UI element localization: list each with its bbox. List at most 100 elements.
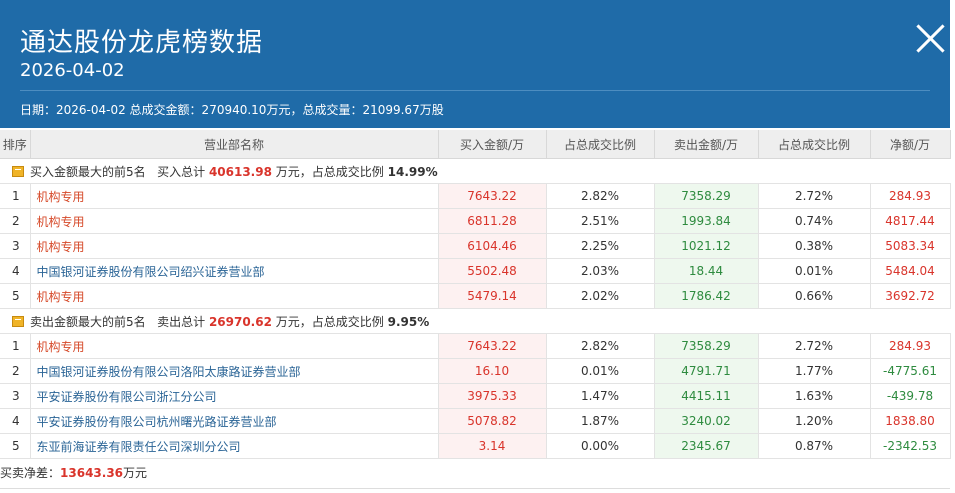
table-row: 1 机构专用 7643.22 2.82% 7358.29 2.72% 284.93 [0, 183, 951, 209]
section-label: 卖出金额最大的前5名 [30, 314, 146, 329]
buy-amount: 3.14 [438, 433, 547, 459]
sell-ratio: 0.01% [758, 258, 871, 284]
col-header-sell-ratio: 占总成交比例 [758, 130, 871, 159]
dialog-header: 通达股份龙虎榜数据 2026-04-02 日期：2026-04-02 总成交金额… [0, 0, 950, 128]
lhb-table: 排序 营业部名称 买入金额/万 占总成交比例 卖出金额/万 占总成交比例 净额/… [0, 130, 951, 459]
sell-amount: 1993.84 [654, 208, 759, 234]
row-rank: 1 [0, 183, 31, 209]
section-unit-text: 万元，占总成交比例 [275, 164, 384, 179]
buy-ratio: 2.02% [546, 283, 655, 309]
section-total: 40613.98 [208, 164, 272, 179]
net-amount: 284.93 [870, 333, 951, 359]
note-icon [12, 315, 24, 327]
buy-ratio: 1.87% [546, 408, 655, 434]
table-row: 2 机构专用 6811.28 2.51% 1993.84 0.74% 4817.44 [0, 208, 951, 234]
net-amount: 284.93 [870, 183, 951, 209]
col-header-rank: 排序 [0, 130, 31, 159]
bottom-divider [0, 488, 950, 489]
net-amount: -439.78 [870, 383, 951, 409]
sell-amount: 4791.71 [654, 358, 759, 384]
table-row: 4 平安证券股份有限公司杭州曙光路证券营业部 5078.82 1.87% 3240.02… [0, 408, 951, 434]
branch-name-link[interactable]: 东亚前海证券有限责任公司深圳分公司 [30, 433, 439, 459]
sell-amount: 7358.29 [654, 183, 759, 209]
page-title: 通达股份龙虎榜数据 [20, 28, 264, 58]
branch-name-link[interactable]: 机构专用 [30, 233, 439, 259]
sell-amount: 1021.12 [654, 233, 759, 259]
branch-name-link[interactable]: 平安证券股份有限公司杭州曙光路证券营业部 [30, 408, 439, 434]
branch-name-link[interactable]: 平安证券股份有限公司浙江分公司 [30, 383, 439, 409]
section-total-prefix: 卖出总计 [157, 314, 206, 329]
row-rank: 2 [0, 358, 31, 384]
net-amount: 1838.80 [870, 408, 951, 434]
table-header-row: 排序 营业部名称 买入金额/万 占总成交比例 卖出金额/万 占总成交比例 净额/… [0, 130, 951, 159]
row-rank: 5 [0, 433, 31, 459]
buy-amount: 5502.48 [438, 258, 547, 284]
table-row: 3 平安证券股份有限公司浙江分公司 3975.33 1.47% 4415.11 1.63%… [0, 383, 951, 409]
buy-ratio: 2.51% [546, 208, 655, 234]
buy-amount: 6104.46 [438, 233, 547, 259]
col-header-branch: 营业部名称 [30, 130, 439, 159]
buy-ratio: 2.25% [546, 233, 655, 259]
net-amount: -2342.53 [870, 433, 951, 459]
table-row: 5 东亚前海证券有限责任公司深圳分公司 3.14 0.00% 2345.67 0.87% -… [0, 433, 951, 459]
row-rank: 5 [0, 283, 31, 309]
sell-amount: 2345.67 [654, 433, 759, 459]
table-row: 1 机构专用 7643.22 2.82% 7358.29 2.72% 284.93 [0, 333, 951, 359]
buy-amount: 16.10 [438, 358, 547, 384]
buy-ratio: 2.82% [546, 183, 655, 209]
col-header-buy-amount: 买入金额/万 [438, 130, 547, 159]
sell-ratio: 2.72% [758, 333, 871, 359]
table-row: 3 机构专用 6104.46 2.25% 1021.12 0.38% 5083.34 [0, 233, 951, 259]
sell-ratio: 0.87% [758, 433, 871, 459]
sell-ratio: 0.38% [758, 233, 871, 259]
trade-summary: 日期：2026-04-02 总成交金额：270940.10万元，总成交量：210… [20, 103, 444, 117]
row-rank: 3 [0, 233, 31, 259]
row-rank: 2 [0, 208, 31, 234]
branch-name-link[interactable]: 机构专用 [30, 333, 439, 359]
buy-ratio: 2.03% [546, 258, 655, 284]
branch-name-link[interactable]: 机构专用 [30, 183, 439, 209]
sell-ratio: 1.63% [758, 383, 871, 409]
section-total-prefix: 买入总计 [157, 164, 206, 179]
sell-ratio: 2.72% [758, 183, 871, 209]
branch-name-link[interactable]: 机构专用 [30, 208, 439, 234]
table-row: 5 机构专用 5479.14 2.02% 1786.42 0.66% 3692.72 [0, 283, 951, 309]
buy-amount: 5078.82 [438, 408, 547, 434]
sell-amount: 3240.02 [654, 408, 759, 434]
sell-section-header: 卖出金额最大的前5名 卖出总计 26970.62 万元，占总成交比例 9.95% [0, 308, 950, 334]
sell-amount: 4415.11 [654, 383, 759, 409]
sell-amount: 7358.29 [654, 333, 759, 359]
net-amount: 5083.34 [870, 233, 951, 259]
table-row: 2 中国银河证券股份有限公司洛阳太康路证券营业部 16.10 0.01% 4791.71… [0, 358, 951, 384]
buy-amount: 7643.22 [438, 183, 547, 209]
branch-name-link[interactable]: 机构专用 [30, 283, 439, 309]
net-amount: 5484.04 [870, 258, 951, 284]
net-difference: 买卖净差：13643.36万元 [0, 464, 147, 481]
buy-amount: 5479.14 [438, 283, 547, 309]
section-summary: 卖出金额最大的前5名 卖出总计 26970.62 万元，占总成交比例 9.95% [0, 308, 950, 334]
section-summary: 买入金额最大的前5名 买入总计 40613.98 万元，占总成交比例 14.99… [0, 158, 950, 184]
buy-amount: 3975.33 [438, 383, 547, 409]
net-difference-value: 13643.36 [60, 466, 124, 480]
close-icon[interactable] [916, 24, 944, 52]
buy-amount: 7643.22 [438, 333, 547, 359]
branch-name-link[interactable]: 中国银河证券股份有限公司绍兴证券营业部 [30, 258, 439, 284]
net-amount: 3692.72 [870, 283, 951, 309]
net-difference-label: 买卖净差： [0, 466, 61, 480]
section-label: 买入金额最大的前5名 [30, 164, 146, 179]
branch-name-link[interactable]: 中国银河证券股份有限公司洛阳太康路证券营业部 [30, 358, 439, 384]
buy-ratio: 0.00% [546, 433, 655, 459]
buy-ratio: 1.47% [546, 383, 655, 409]
net-amount: 4817.44 [870, 208, 951, 234]
buy-section-header: 买入金额最大的前5名 买入总计 40613.98 万元，占总成交比例 14.99… [0, 158, 950, 184]
net-difference-unit: 万元 [123, 466, 148, 480]
section-unit-text: 万元，占总成交比例 [275, 314, 384, 329]
table-row: 4 中国银河证券股份有限公司绍兴证券营业部 5502.48 2.03% 18.44 0.0… [0, 258, 951, 284]
col-header-net: 净额/万 [870, 130, 951, 159]
sell-ratio: 0.74% [758, 208, 871, 234]
header-divider [20, 90, 930, 91]
row-rank: 4 [0, 408, 31, 434]
row-rank: 3 [0, 383, 31, 409]
page-date: 2026-04-02 [20, 60, 125, 81]
sell-amount: 1786.42 [654, 283, 759, 309]
